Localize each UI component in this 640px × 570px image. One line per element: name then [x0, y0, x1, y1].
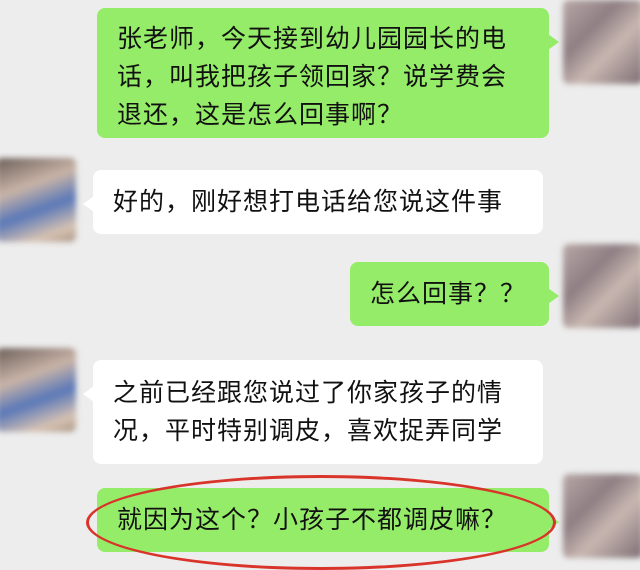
my-avatar[interactable]: [563, 244, 640, 328]
message-bubble-outgoing[interactable]: 就因为这个？小孩子不都调皮嘛？: [97, 488, 559, 552]
message-bubble-outgoing[interactable]: 张老师，今天接到幼儿园园长的电 话，叫我把孩子领回家？说学费会 退还，这是怎么回…: [97, 8, 559, 138]
message-bubble-incoming[interactable]: 之前已经跟您说过了你家孩子的情 况，平时特别调皮，喜欢捉弄同学: [83, 360, 543, 464]
message-bubble-incoming[interactable]: 好的，刚好想打电话给您说这件事: [83, 170, 543, 234]
contact-avatar[interactable]: [0, 158, 76, 242]
contact-avatar[interactable]: [0, 348, 76, 432]
my-avatar[interactable]: [563, 0, 640, 84]
chat-window: 张老师，今天接到幼儿园园长的电 话，叫我把孩子领回家？说学费会 退还，这是怎么回…: [0, 0, 640, 570]
message-bubble-outgoing[interactable]: 怎么回事？？: [350, 262, 559, 326]
my-avatar[interactable]: [563, 474, 640, 558]
